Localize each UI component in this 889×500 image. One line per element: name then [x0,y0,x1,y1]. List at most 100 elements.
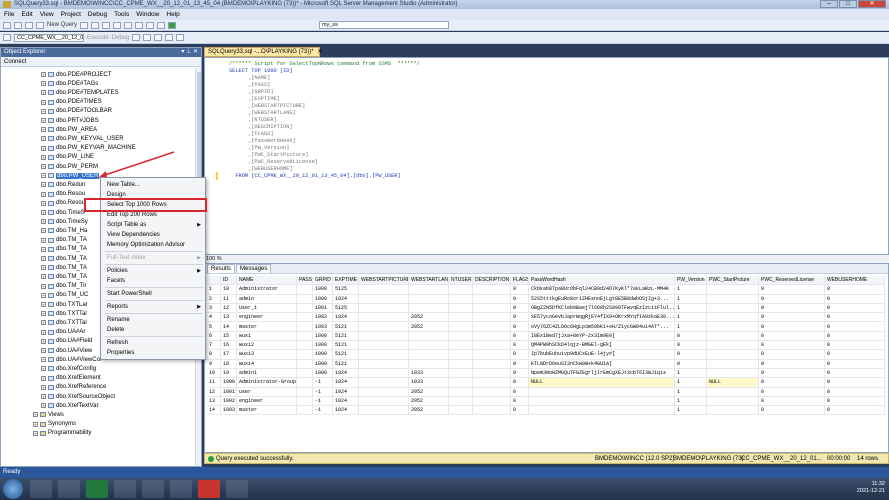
open-file-icon[interactable] [80,21,89,29]
debug-button[interactable]: Debug [112,35,130,41]
tree-table-item[interactable]: + dbo.UA#ViewCol [41,355,101,364]
table-row[interactable]: 12 1001 user -1 1024 2052 0 1 0 0 [207,387,888,397]
expand-icon[interactable]: + [41,274,46,280]
tree-table-item[interactable]: + dbo.TXTLar [41,300,88,309]
table-cell[interactable]: 1003 [221,406,237,416]
printer-taskbar-icon[interactable] [170,480,192,498]
minimize-button[interactable]: – [820,0,838,8]
table-cell[interactable]: 52S5tttkgEuRo8or1ZHEsnoEjLgtGE5B8dwbOSjI… [529,294,675,304]
context-menu-item[interactable]: Reports ▶ [101,302,205,312]
table-cell[interactable] [449,285,473,295]
table-row[interactable]: 5 14 master 1003 5121 2052 0 oVy76ZC4ZLO6c6HgLp… [207,322,888,332]
column-header[interactable]: FLAGS [511,276,529,286]
column-header[interactable]: NTUSER [449,276,473,286]
table-cell[interactable] [529,387,675,397]
table-cell[interactable]: 5121 [333,359,359,369]
table-cell[interactable]: 0 [825,294,885,304]
table-cell[interactable]: 1 [675,285,707,295]
table-cell[interactable]: 2052 [409,322,449,332]
table-cell[interactable] [297,387,313,397]
table-cell[interactable] [449,387,473,397]
table-cell[interactable]: 0 [511,396,529,407]
table-cell[interactable]: 0 [511,387,529,397]
table-cell[interactable] [707,387,759,397]
table-cell[interactable] [449,369,473,379]
tree-table-item[interactable]: + dbo.PDE#PROJECT [41,70,111,79]
table-cell[interactable]: 0 [825,350,885,360]
system-clock[interactable]: 11:32 2021-12-21 [857,481,885,495]
expand-icon[interactable]: + [41,136,46,142]
expand-icon[interactable]: + [41,403,46,409]
tree-table-item[interactable]: + dbo.TXTTal [41,318,87,327]
table-cell[interactable]: 0 [759,285,825,295]
expand-icon[interactable]: + [41,99,46,105]
table-cell[interactable]: 0 [511,313,529,323]
table-cell[interactable] [359,406,409,416]
context-menu-item[interactable]: Script Table as ▶ [101,220,205,230]
tree-table-item[interactable]: + dbo.TM_TA [41,254,87,263]
expand-icon[interactable]: + [41,182,46,188]
table-cell[interactable] [297,294,313,304]
table-cell[interactable]: 0 [759,350,825,360]
tree-table-item[interactable]: + dbo.TimeSy [41,217,88,226]
tree-table-item[interactable]: + dbo.TM_Tir [41,282,86,291]
table-cell[interactable] [449,331,473,342]
table-cell[interactable]: 1003 [313,322,333,332]
column-header[interactable] [207,276,221,286]
table-cell[interactable] [473,378,511,388]
table-cell[interactable] [707,285,759,295]
column-header[interactable]: GRPID [313,276,333,286]
expand-icon[interactable]: + [41,164,46,170]
table-cell[interactable]: 1033 [409,369,449,379]
tree-table-item[interactable]: + dbo.Resou [41,199,85,208]
table-cell[interactable]: OBgZ2N5DfKCleb0Baej7l668h2S999TFwvqEzIzc… [529,303,675,314]
table-cell[interactable]: 0 [759,406,825,416]
table-cell[interactable]: 15 [221,331,237,342]
display-plan-icon[interactable] [143,34,152,41]
table-cell[interactable]: 12 [207,387,221,397]
table-cell[interactable]: 2052 [409,387,449,397]
table-cell[interactable]: 0 [759,378,825,388]
table-cell[interactable]: 2052 [409,406,449,416]
context-menu-item[interactable]: Refresh [101,338,205,348]
table-cell[interactable] [297,378,313,388]
menu-edit[interactable]: Edit [21,11,32,18]
table-cell[interactable]: 0 [759,396,825,407]
table-cell[interactable]: -1 [313,396,333,407]
table-cell[interactable]: 8 [207,350,221,360]
tree-table-item[interactable]: + dbo.XrefReference [41,383,106,392]
execute-button[interactable]: Execute [87,35,109,41]
tree-table-item[interactable]: + dbo.PW_LINE [41,153,94,162]
redo-icon[interactable] [157,21,166,29]
table-cell[interactable]: 4 [207,313,221,323]
tree-table-item[interactable]: + dbo.PDE#TAGs [41,79,98,88]
table-cell[interactable] [297,341,313,351]
app-taskbar-icon[interactable] [198,480,220,498]
start-button[interactable] [3,479,23,499]
tree-table-item[interactable]: + dbo.XrefTextVar [41,401,99,410]
table-cell[interactable] [707,396,759,407]
context-menu-item[interactable]: Properties [101,348,205,358]
table-cell[interactable]: oVy76ZC4ZLO6c6HgLp3m59bK1+sH/Z1ycGW04u14… [529,322,675,332]
table-cell[interactable] [297,369,313,379]
context-menu-item[interactable]: Start PowerShell [101,289,205,299]
ssms-taskbar-icon[interactable] [226,480,248,498]
column-header[interactable]: WEBSTARTPICTURE [359,276,409,286]
table-cell[interactable]: 9 [207,359,221,369]
context-menu-item[interactable]: Policies ▶ [101,266,205,276]
table-cell[interactable]: 0 [511,369,529,379]
table-cell[interactable] [359,322,409,332]
table-cell[interactable] [473,322,511,332]
tree-table-item[interactable]: + dbo.Redun [41,180,85,189]
table-cell[interactable] [359,369,409,379]
table-cell[interactable]: 1001 [221,387,237,397]
table-cell[interactable] [449,341,473,351]
table-cell[interactable]: 1000 [313,341,333,351]
expand-icon[interactable]: + [41,228,46,234]
menu-project[interactable]: Project [61,11,81,18]
expand-icon[interactable]: + [33,430,38,436]
table-cell[interactable]: Administrator [237,285,297,295]
table-cell[interactable] [297,322,313,332]
undo-icon[interactable] [146,21,155,29]
table-cell[interactable]: NULL [707,378,759,388]
